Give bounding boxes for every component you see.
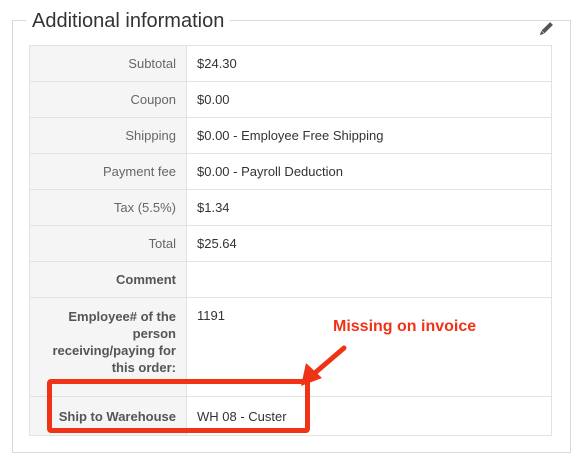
- annotation-arrow: [301, 345, 347, 386]
- annotation-text: Missing on invoice: [333, 318, 477, 335]
